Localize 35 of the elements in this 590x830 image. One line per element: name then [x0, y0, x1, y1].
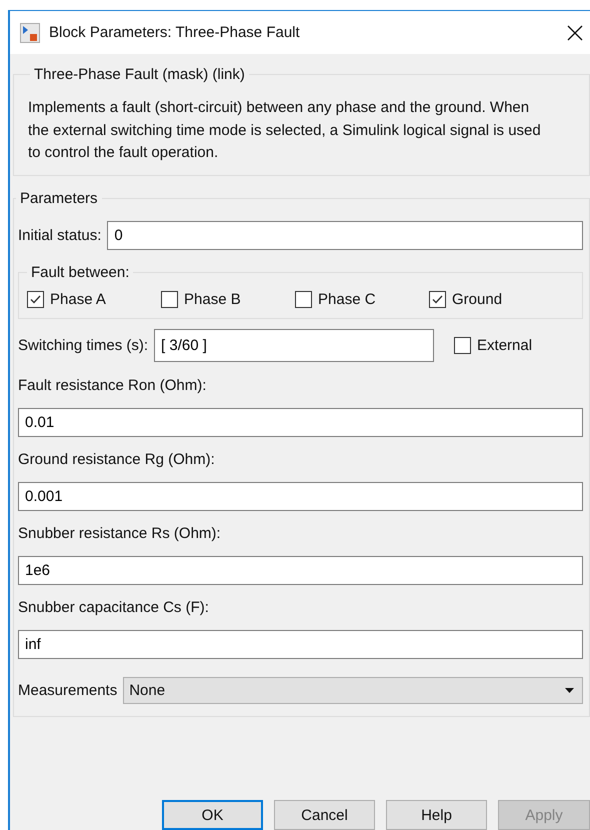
checkbox-label: Ground [452, 290, 502, 308]
field-label: Initial status: [18, 226, 102, 244]
field-label: Measurements [18, 682, 118, 698]
checkbox[interactable] [161, 290, 178, 308]
input-field[interactable]: 0.01 [18, 408, 583, 436]
input-field[interactable]: 0.001 [18, 482, 583, 510]
group-title: Parameters [19, 190, 99, 206]
checkbox[interactable] [27, 290, 44, 308]
field-label: Snubber capacitance Cs (F): [18, 598, 210, 616]
input-field[interactable]: 0 [107, 220, 583, 250]
checkbox-label: External [477, 336, 532, 354]
block-icon [20, 22, 40, 42]
dialog-button[interactable]: Cancel [274, 800, 375, 830]
checkbox-label: Phase A [50, 290, 106, 308]
group-title: Three-Phase Fault (mask) (link) [33, 66, 246, 83]
input-field[interactable]: [ 3/60 ] [154, 328, 434, 362]
checkbox[interactable] [295, 290, 312, 308]
window-title: Block Parameters: Three-Phase Fault [49, 24, 301, 41]
field-label: Switching times (s): [18, 336, 148, 354]
group-title: Fault between: [30, 264, 130, 280]
field-label: Snubber resistance Rs (Ohm): [18, 524, 222, 542]
field-label: Ground resistance Rg (Ohm): [18, 450, 216, 468]
caret-icon [565, 688, 574, 692]
field-label: Fault resistance Ron (Ohm): [18, 376, 208, 394]
checkbox-label: Phase B [184, 290, 241, 308]
input-field[interactable]: 1e6 [18, 556, 583, 584]
checkbox[interactable] [429, 290, 446, 308]
checkbox[interactable] [454, 336, 472, 354]
close-icon [567, 24, 583, 40]
checkbox-label: Phase C [318, 290, 376, 308]
input-field[interactable]: inf [18, 630, 583, 658]
dialog-button[interactable]: Help [386, 800, 487, 830]
dropdown[interactable]: None [123, 676, 583, 704]
dialog-button[interactable]: OK [162, 800, 263, 830]
description-text: Implements a fault (short-circuit) between any phase and the ground. When the external switching time mode is selected, a Simulink logical signal is used to control the fault operation. [28, 98, 542, 163]
